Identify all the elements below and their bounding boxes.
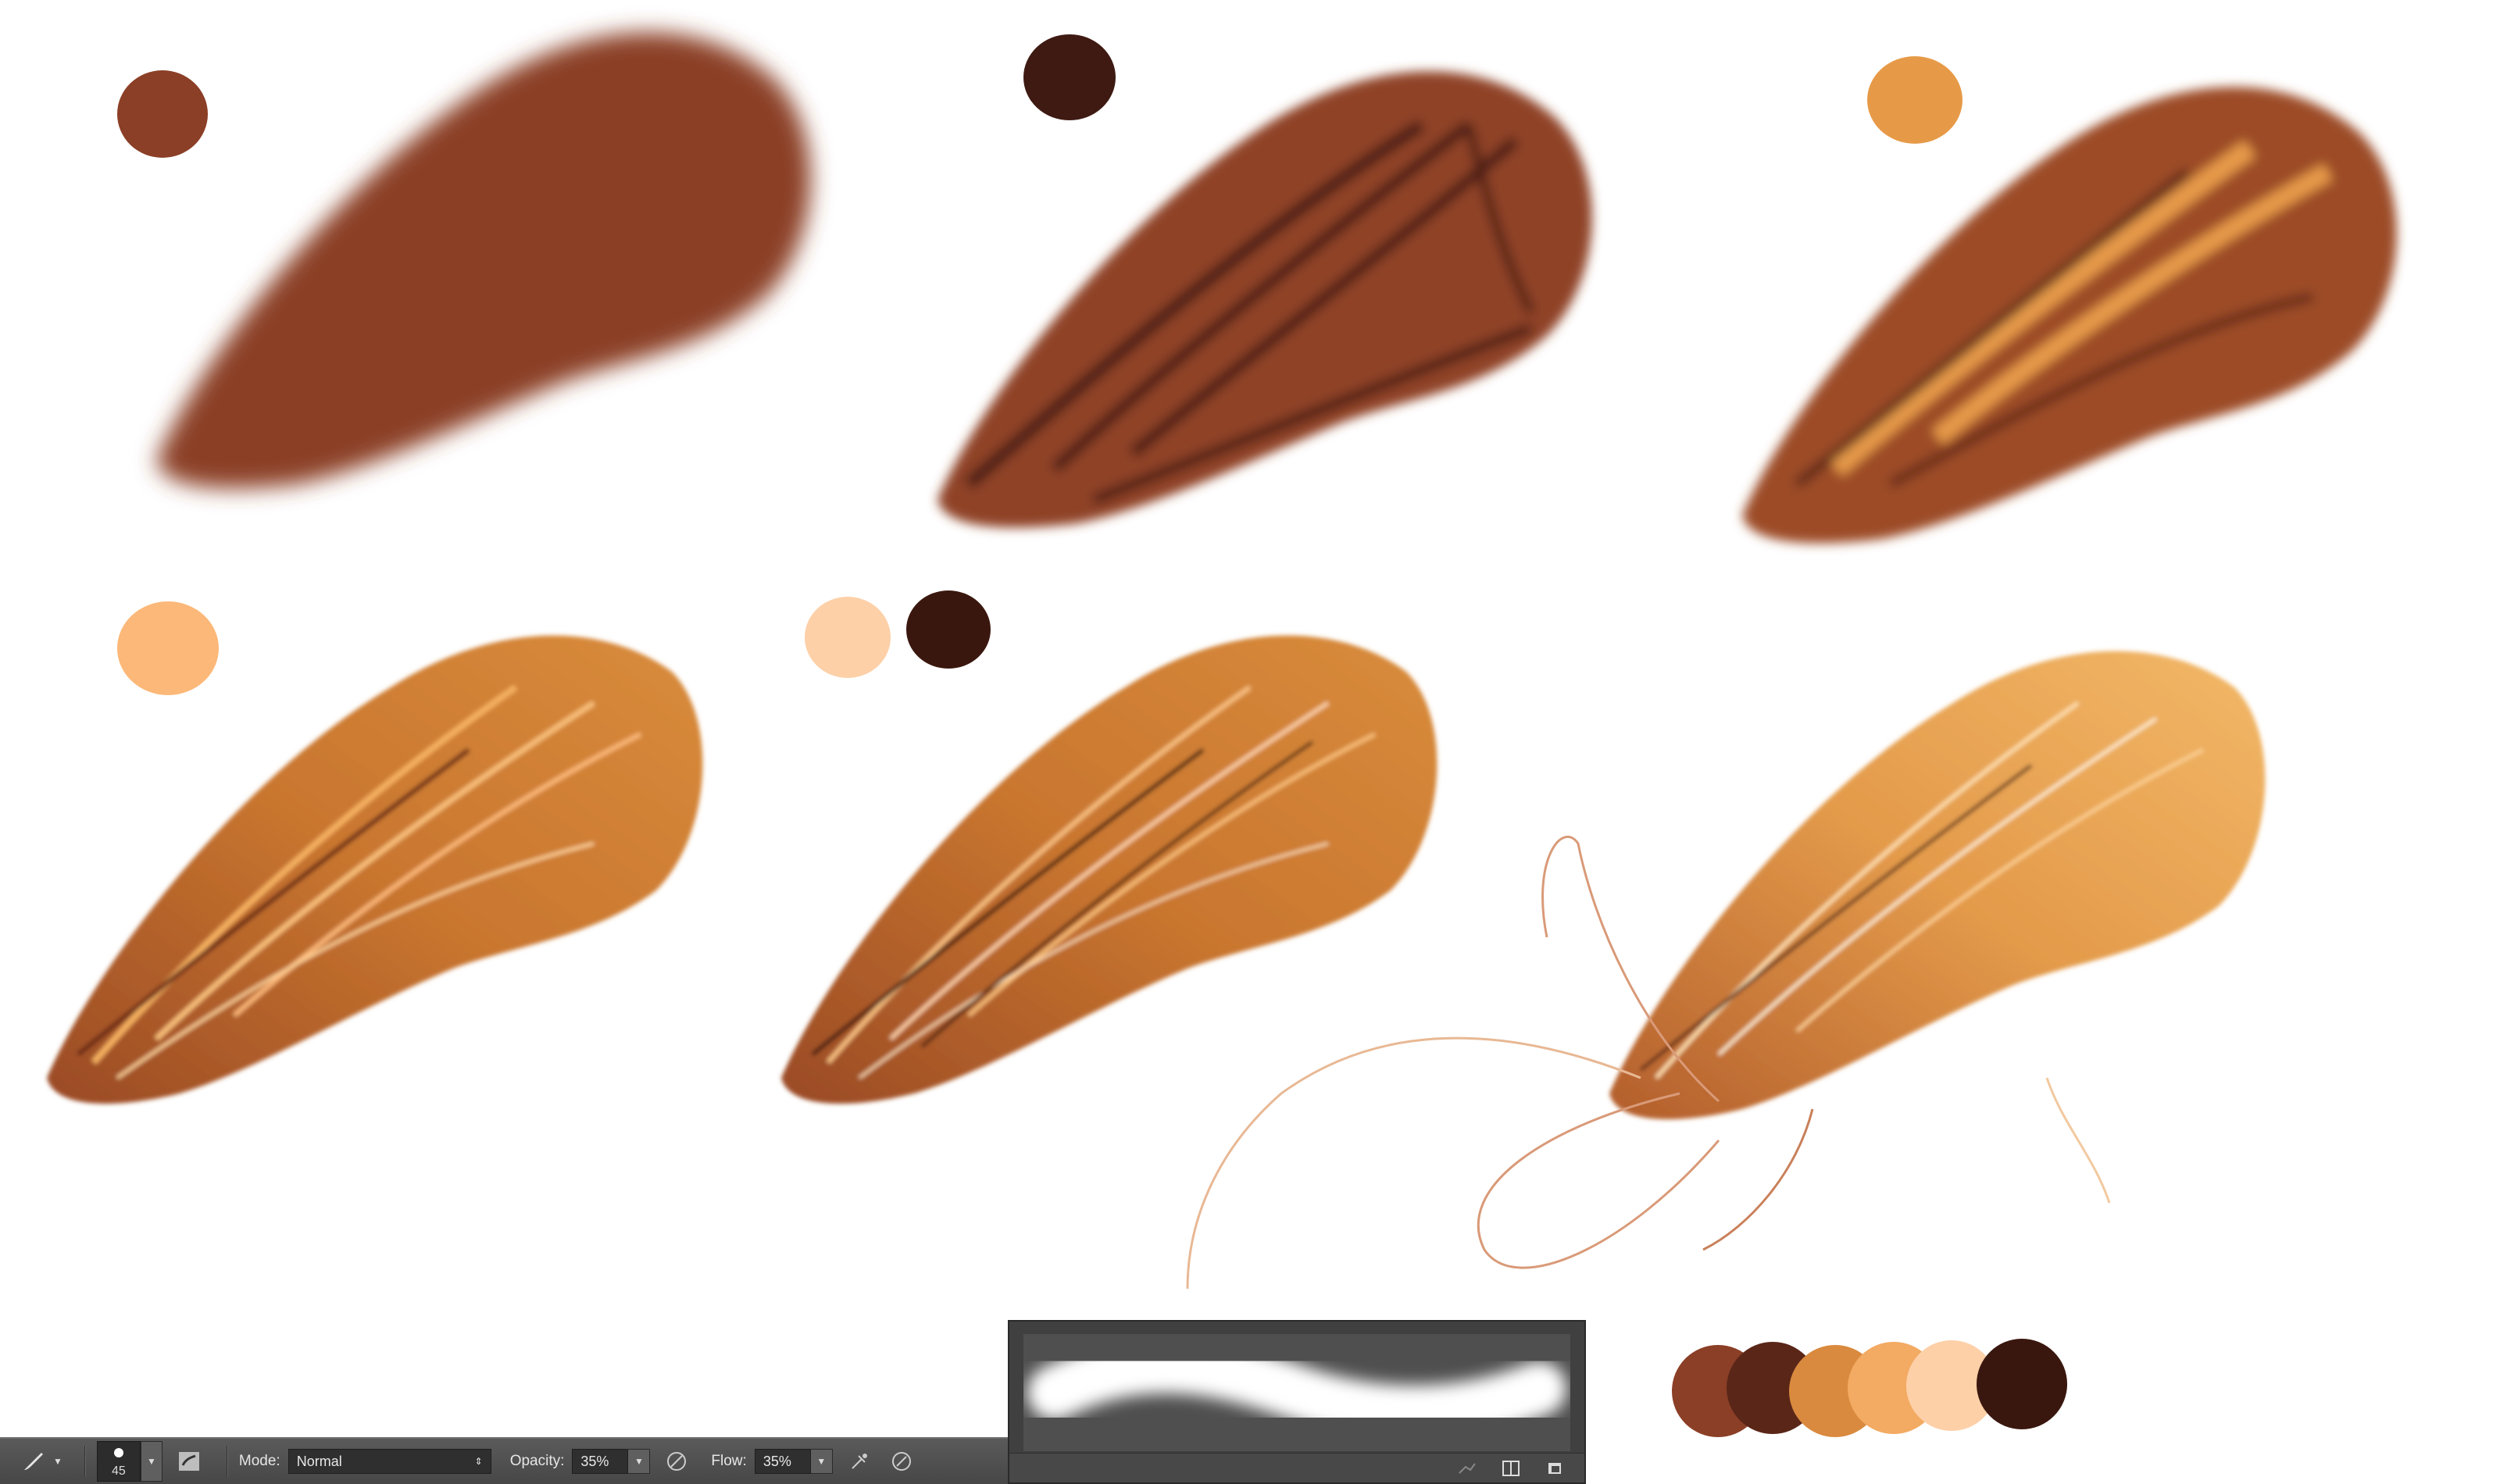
tool-options-bar: ▼ 45 ▼ Mode: Normal ⇕ Opacity: 35% ▼ Flo… [0, 1437, 1008, 1484]
swatch-step-2 [1023, 34, 1116, 120]
pressure-opacity-icon[interactable] [661, 1446, 692, 1477]
brush-stroke-preview [1023, 1334, 1570, 1451]
swatch-step-5-light [805, 597, 891, 678]
flow-label: Flow: [711, 1453, 747, 1469]
toggle-live-tip-icon[interactable] [1453, 1457, 1481, 1479]
hair-step-1-base [156, 32, 811, 489]
brush-size-value: 45 [111, 1464, 126, 1478]
hair-step-4-strands [47, 635, 703, 1104]
mode-value: Normal [296, 1453, 342, 1469]
brush-panel-toggle-icon[interactable] [173, 1446, 205, 1477]
opacity-control: Opacity: 35% ▼ [510, 1449, 651, 1474]
hair-step-2-shadows [938, 71, 1592, 528]
hair-step-3-midtones [1742, 87, 2397, 544]
opacity-slider-dropdown[interactable]: ▼ [628, 1449, 651, 1474]
mode-select[interactable]: Normal ⇕ [288, 1449, 491, 1474]
separator [84, 1446, 86, 1477]
brush-size-preview[interactable]: 45 [96, 1441, 141, 1482]
opacity-input[interactable]: 35% [572, 1449, 629, 1474]
mode-control: Mode: Normal ⇕ [239, 1449, 491, 1474]
opacity-label: Opacity: [509, 1453, 565, 1469]
brush-preview-panel [1008, 1320, 1586, 1484]
brush-tool-icon[interactable] [17, 1446, 48, 1477]
brush-preset-picker[interactable]: 45 ▼ [96, 1441, 162, 1482]
grid-icon[interactable] [1497, 1457, 1525, 1479]
brush-panel-footer [1009, 1453, 1584, 1482]
swatch-step-1 [117, 70, 208, 158]
painting-canvas[interactable] [0, 0, 2500, 1484]
swatch-step-3 [1867, 56, 1962, 144]
flow-value: 35% [762, 1453, 791, 1469]
flow-input[interactable]: 35% [754, 1449, 811, 1474]
pressure-size-icon[interactable] [886, 1446, 917, 1477]
new-preset-icon[interactable] [1541, 1457, 1569, 1479]
palette-color [1977, 1339, 2067, 1429]
hair-step-5-refined [781, 635, 1438, 1104]
separator [226, 1446, 228, 1477]
brush-preset-dropdown[interactable]: ▼ [140, 1441, 162, 1482]
swatch-step-5-dark [906, 590, 991, 669]
mode-label: Mode: [238, 1453, 280, 1469]
mode-spinner-icon: ⇕ [474, 1456, 483, 1467]
swatch-step-4 [117, 601, 219, 695]
airbrush-icon[interactable] [844, 1446, 875, 1477]
tool-preset-dropdown[interactable]: ▼ [53, 1456, 62, 1467]
opacity-value: 35% [580, 1453, 609, 1469]
color-palette [1672, 1336, 2078, 1445]
flow-slider-dropdown[interactable]: ▼ [810, 1449, 833, 1474]
flow-control: Flow: 35% ▼ [711, 1449, 833, 1474]
